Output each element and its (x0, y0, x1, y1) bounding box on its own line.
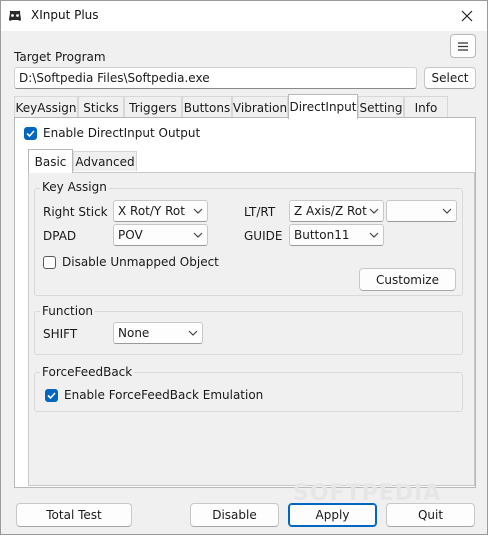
customize-button[interactable]: Customize (359, 268, 456, 291)
enable-directinput-checkbox[interactable] (24, 127, 37, 140)
tab-directinput[interactable]: DirectInput (288, 94, 358, 119)
subtab-basic[interactable]: Basic (28, 149, 73, 173)
forcefeedback-title: ForceFeedBack (40, 365, 135, 379)
total-test-button[interactable]: Total Test (16, 503, 132, 527)
target-program-label: Target Program (14, 50, 106, 64)
chevron-down-icon (369, 232, 379, 238)
tab-vibration[interactable]: Vibration (232, 96, 288, 118)
right-stick-label: Right Stick (43, 205, 108, 219)
tab-keyassign[interactable]: KeyAssign (14, 96, 78, 118)
shift-label: SHIFT (43, 327, 78, 341)
guide-dropdown[interactable]: Button11 (289, 224, 384, 246)
menu-button[interactable] (450, 34, 476, 58)
right-stick-dropdown[interactable]: X Rot/Y Rot (113, 200, 208, 222)
app-window: XInput Plus Target Program D:\Softpedia … (0, 0, 488, 535)
apply-button[interactable]: Apply (288, 503, 377, 527)
tab-triggers[interactable]: Triggers (124, 96, 182, 118)
shift-value: None (118, 326, 150, 340)
enable-forcefeedback-label: Enable ForceFeedBack Emulation (64, 388, 264, 402)
close-icon (461, 10, 473, 22)
chevron-down-icon (369, 208, 379, 214)
enable-forcefeedback-checkbox[interactable] (45, 389, 58, 402)
disable-button[interactable]: Disable (190, 503, 279, 527)
ltrt-dropdown[interactable]: Z Axis/Z Rot (289, 200, 384, 222)
key-assign-title: Key Assign (40, 180, 109, 194)
dpad-value: POV (118, 228, 143, 242)
chevron-down-icon (193, 232, 203, 238)
ltrt-label: LT/RT (244, 205, 276, 219)
window-title: XInput Plus (31, 8, 99, 22)
chevron-down-icon (188, 330, 198, 336)
tab-buttons[interactable]: Buttons (182, 96, 232, 118)
tab-sticks[interactable]: Sticks (78, 96, 124, 118)
title-bar[interactable]: XInput Plus (1, 1, 487, 31)
disable-unmapped-label: Disable Unmapped Object (62, 255, 219, 269)
function-title: Function (40, 304, 96, 318)
subtab-advanced[interactable]: Advanced (73, 151, 137, 171)
gamepad-app-icon (9, 10, 21, 21)
close-button[interactable] (447, 1, 487, 31)
dpad-dropdown[interactable]: POV (113, 224, 208, 246)
guide-label: GUIDE (244, 229, 283, 243)
chevron-down-icon (193, 208, 203, 214)
target-path-field[interactable]: D:\Softpedia Files\Softpedia.exe (14, 67, 417, 89)
hamburger-menu-icon (458, 41, 468, 51)
checkmark-icon (47, 392, 56, 400)
function-group (34, 311, 463, 355)
tab-setting[interactable]: Setting (358, 96, 404, 118)
checkmark-icon (26, 130, 35, 138)
ltrt-value: Z Axis/Z Rot (294, 204, 367, 218)
quit-button[interactable]: Quit (386, 503, 475, 527)
enable-directinput-label: Enable DirectInput Output (43, 126, 201, 140)
dpad-label: DPAD (43, 229, 77, 243)
disable-unmapped-checkbox[interactable] (43, 256, 56, 269)
select-button[interactable]: Select (424, 67, 476, 89)
tab-info[interactable]: Info (404, 96, 448, 118)
shift-dropdown[interactable]: None (113, 322, 203, 344)
ltrt-extra-dropdown[interactable] (386, 200, 457, 222)
guide-value: Button11 (294, 228, 350, 242)
sub-tabs: Basic Advanced (28, 149, 148, 173)
chevron-down-icon (442, 208, 452, 214)
right-stick-value: X Rot/Y Rot (118, 204, 185, 218)
